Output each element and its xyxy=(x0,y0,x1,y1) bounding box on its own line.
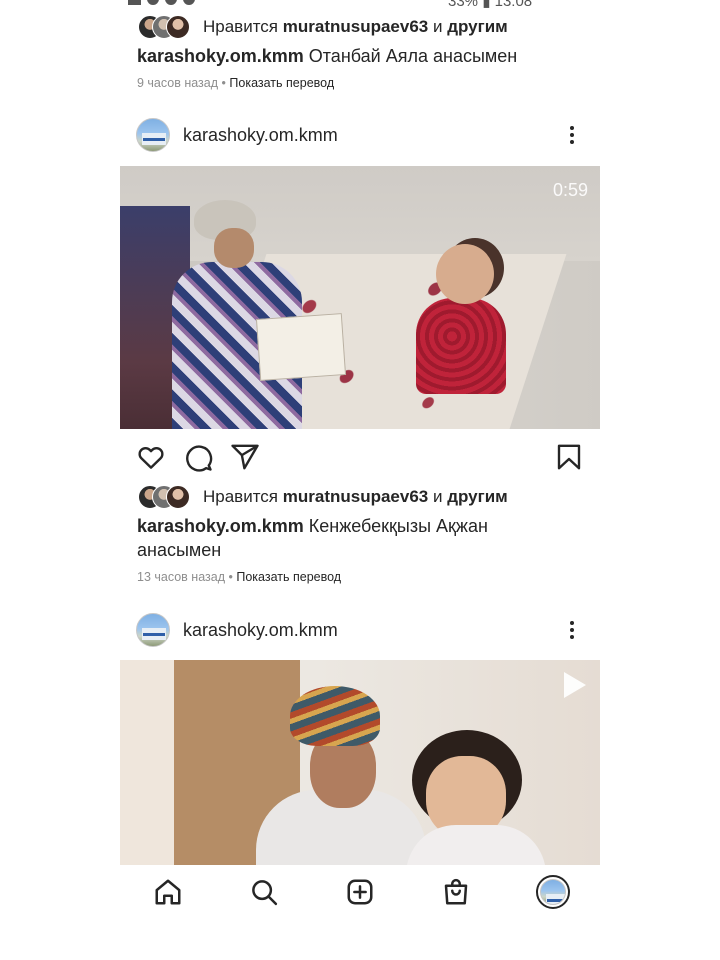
at-icon xyxy=(165,0,177,5)
likes-others[interactable]: другим xyxy=(447,17,508,36)
more-vertical-icon[interactable] xyxy=(560,123,584,147)
play-icon[interactable] xyxy=(564,672,586,698)
post-video[interactable]: 0:59 xyxy=(120,166,600,429)
caption-username[interactable]: karashoky.om.kmm xyxy=(137,516,304,536)
post-header: karashoky.om.kmm xyxy=(136,610,584,650)
liker-username[interactable]: muratnusupaev63 xyxy=(283,487,429,506)
avatar[interactable] xyxy=(136,613,170,647)
post-caption: karashoky.om.kmm Отанбай Аяла анасымен xyxy=(137,44,577,68)
likes-others[interactable]: другим xyxy=(447,487,508,506)
post-meta: 13 часов назад • Показать перевод xyxy=(137,570,341,584)
heart-icon[interactable] xyxy=(136,442,166,472)
post-actions xyxy=(136,442,582,472)
video-figure xyxy=(290,686,380,746)
caption-text: Отанбай Аяла анасымен xyxy=(308,46,518,66)
likes-joiner: и xyxy=(432,17,443,36)
status-notification-icons xyxy=(128,0,195,6)
video-figure xyxy=(406,825,546,865)
post-timestamp: 9 часов назад xyxy=(137,76,219,90)
status-bar: 33% ▮ 13:08 xyxy=(0,0,720,10)
shop-icon[interactable] xyxy=(441,877,471,907)
status-battery-time: 33% ▮ 13:08 xyxy=(448,0,533,10)
post-timestamp: 13 часов назад xyxy=(137,570,225,584)
likes-text: Нравится muratnusupaev63 и другим xyxy=(203,487,508,507)
post-video[interactable] xyxy=(120,660,600,865)
video-figure xyxy=(214,228,254,268)
comment-icon[interactable] xyxy=(183,442,213,472)
home-icon[interactable] xyxy=(153,877,183,907)
avatar xyxy=(540,879,566,905)
liker-avatars xyxy=(138,485,198,509)
likes-joiner: и xyxy=(432,487,443,506)
video-background xyxy=(120,166,600,261)
liker-avatars xyxy=(138,15,198,39)
post-meta: 9 часов назад • Показать перевод xyxy=(137,76,334,90)
notification-icon xyxy=(147,0,159,5)
likes-text: Нравится muratnusupaev63 и другим xyxy=(203,17,508,37)
show-translation-link[interactable]: Показать перевод xyxy=(236,570,341,584)
bottom-navigation xyxy=(120,865,600,917)
likes-summary[interactable]: Нравится muratnusupaev63 и другим xyxy=(138,484,508,510)
search-icon[interactable] xyxy=(249,877,279,907)
separator-dot: • xyxy=(228,570,233,584)
add-post-icon[interactable] xyxy=(345,877,375,907)
more-vertical-icon[interactable] xyxy=(560,618,584,642)
bookmark-icon[interactable] xyxy=(554,442,584,472)
liker-username[interactable]: muratnusupaev63 xyxy=(283,17,429,36)
video-timer: 0:59 xyxy=(552,180,588,200)
post-username[interactable]: karashoky.om.kmm xyxy=(183,125,338,146)
video-figure xyxy=(436,244,494,304)
likes-prefix: Нравится xyxy=(203,487,279,506)
post-header: karashoky.om.kmm xyxy=(136,115,584,155)
post-caption: karashoky.om.kmm Кенжебекқызы Ақжан анас… xyxy=(137,514,527,562)
caption-username[interactable]: karashoky.om.kmm xyxy=(137,46,304,66)
likes-summary[interactable]: Нравится muratnusupaev63 и другим xyxy=(138,14,508,40)
gallery-icon xyxy=(128,0,141,5)
more-notifications-icon xyxy=(183,0,195,5)
avatar xyxy=(166,485,190,509)
send-icon[interactable] xyxy=(230,442,260,472)
profile-avatar[interactable] xyxy=(536,875,570,909)
show-translation-link[interactable]: Показать перевод xyxy=(229,76,334,90)
avatar xyxy=(166,15,190,39)
video-figure xyxy=(416,298,506,394)
separator-dot: • xyxy=(221,76,226,90)
post-username[interactable]: karashoky.om.kmm xyxy=(183,620,338,641)
avatar[interactable] xyxy=(136,118,170,152)
likes-prefix: Нравится xyxy=(203,17,279,36)
video-figure xyxy=(255,313,347,381)
